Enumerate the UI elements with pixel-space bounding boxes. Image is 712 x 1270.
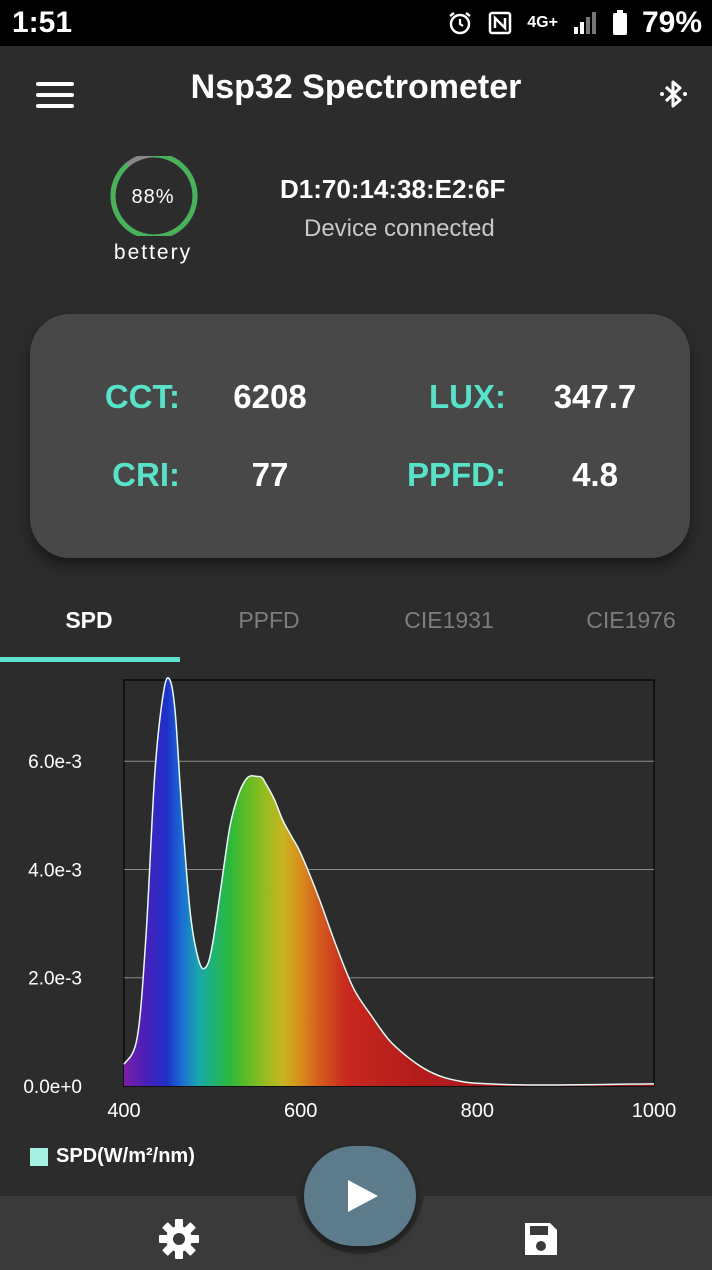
chart-legend: SPD(W/m²/nm)	[30, 1145, 195, 1168]
cri-value: 77	[251, 456, 289, 493]
nfc-icon	[489, 11, 512, 35]
status-time: 1:51	[12, 6, 73, 39]
tab-spd[interactable]: SPD	[0, 580, 178, 660]
device-id: D1:70:14:38:E2:6F	[280, 174, 506, 204]
y-tick-label: 0.0e+0	[23, 1077, 82, 1098]
cct-value: 6208	[233, 378, 307, 415]
x-tick-label: 600	[284, 1100, 317, 1122]
y-tick-label: 2.0e-3	[28, 969, 82, 990]
device-battery-gauge: 88%	[106, 156, 200, 236]
status-icons: 4G+ 79%	[447, 6, 702, 40]
chart-tabs: SPD PPFD CIE1931 CIE1976	[0, 580, 712, 664]
start-measurement-button[interactable]	[304, 1146, 416, 1246]
ppfd-value: 4.8	[572, 456, 618, 493]
cri-label: CRI:	[112, 456, 180, 493]
status-bar: 1:51 4G+ 79%	[0, 0, 712, 46]
app-title: Nsp32 Spectrometer	[190, 68, 522, 106]
x-tick-label: 400	[107, 1100, 140, 1122]
play-icon	[348, 1180, 378, 1212]
device-battery-label: bettery	[113, 241, 193, 264]
gear-icon	[159, 1219, 199, 1259]
x-tick-label: 800	[461, 1100, 494, 1122]
alarm-icon	[449, 12, 472, 35]
tab-ppfd[interactable]: PPFD	[180, 580, 358, 660]
battery-status-icon	[612, 10, 627, 35]
lux-label: LUX:	[429, 378, 506, 415]
floppy-disk-icon	[525, 1223, 557, 1255]
signal-icon	[573, 12, 596, 34]
tab-cie1931[interactable]: CIE1931	[360, 580, 538, 660]
spd-chart-svg: 0.0e+0 2.0e-3 4.0e-3 6.0e-3 400 600 800 1000	[23, 677, 677, 1122]
y-tick-label: 4.0e-3	[28, 860, 82, 881]
legend-swatch	[30, 1147, 48, 1166]
app-bar: Nsp32 Spectrometer	[0, 46, 712, 142]
active-tab-indicator	[0, 657, 180, 662]
bluetooth-icon[interactable]	[656, 76, 692, 112]
battery-percentage: 79%	[641, 6, 702, 39]
settings-button[interactable]	[158, 1218, 200, 1260]
ppfd-label: PPFD:	[407, 456, 506, 493]
lux-value: 347.7	[553, 378, 637, 415]
legend-label: SPD(W/m²/nm)	[56, 1145, 195, 1167]
metrics-card: CCT: 6208 LUX: 347.7 CRI: 77 PPFD: 4.8	[30, 314, 690, 558]
cct-label: CCT:	[104, 378, 180, 415]
y-tick-label: 6.0e-3	[28, 752, 82, 773]
network-type: 4G+	[527, 14, 558, 31]
save-button[interactable]	[522, 1220, 560, 1258]
tab-cie1976[interactable]: CIE1976	[542, 580, 712, 660]
device-status: Device connected	[304, 215, 495, 242]
x-tick-label: 1000	[632, 1100, 677, 1122]
spd-chart: 0.0e+0 2.0e-3 4.0e-3 6.0e-3 400 600 800 1000	[0, 668, 712, 1138]
device-battery-percent: 88%	[131, 186, 175, 208]
